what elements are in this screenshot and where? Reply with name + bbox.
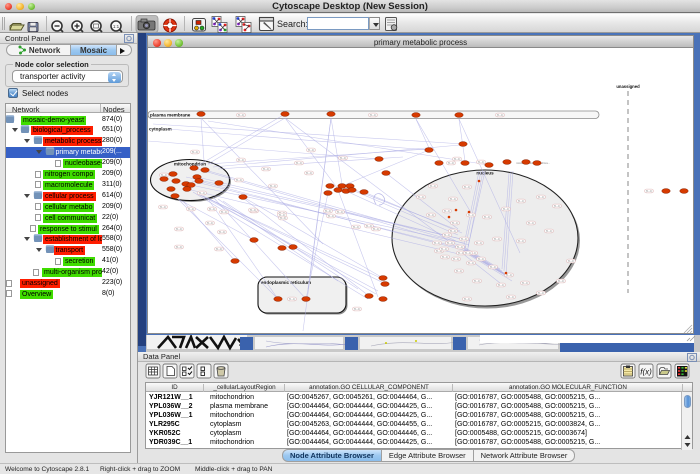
svg-text:[5--4]: [5--4]	[554, 204, 561, 208]
svg-text:[5--4]: [5--4]	[353, 225, 360, 229]
svg-text:[5--4]: [5--4]	[366, 224, 373, 228]
svg-text:endoplasmic reticulum: endoplasmic reticulum	[261, 280, 311, 285]
svg-text:[5--4]: [5--4]	[263, 167, 270, 171]
svg-text:[5--4]: [5--4]	[188, 207, 195, 211]
svg-text:unassigned: unassigned	[616, 84, 640, 89]
svg-text:[5--4]: [5--4]	[490, 265, 497, 269]
svg-text:[5--4]: [5--4]	[497, 113, 504, 117]
svg-text:[5--4]: [5--4]	[325, 209, 332, 213]
svg-text:f(x): f(x)	[640, 368, 652, 377]
svg-text:[5--4]: [5--4]	[461, 237, 468, 241]
svg-text:[5--4]: [5--4]	[238, 158, 245, 162]
svg-text:[5--4]: [5--4]	[454, 157, 461, 161]
svg-text:[5--4]: [5--4]	[494, 237, 501, 241]
svg-text:[5--4]: [5--4]	[216, 247, 223, 251]
svg-text:[5--4]: [5--4]	[337, 210, 344, 214]
svg-text:[5--4]: [5--4]	[518, 239, 525, 243]
svg-text:[5--4]: [5--4]	[306, 171, 313, 175]
svg-text:[5--4]: [5--4]	[568, 259, 575, 263]
svg-text:[5--4]: [5--4]	[238, 113, 245, 117]
svg-text:[5--4]: [5--4]	[468, 213, 475, 217]
svg-text:[5--4]: [5--4]	[209, 207, 216, 211]
svg-text:1:1: 1:1	[113, 24, 120, 29]
svg-text:[5--4]: [5--4]	[476, 241, 483, 245]
svg-text:[5--4]: [5--4]	[430, 184, 437, 188]
svg-text:[5--4]: [5--4]	[176, 227, 183, 231]
svg-text:[5--4]: [5--4]	[370, 113, 377, 117]
svg-text:[5--4]: [5--4]	[250, 208, 257, 212]
svg-text:[5--4]: [5--4]	[452, 221, 459, 225]
svg-text:[5--4]: [5--4]	[484, 215, 491, 219]
svg-text:[5--4]: [5--4]	[450, 229, 457, 233]
svg-text:[5--4]: [5--4]	[474, 279, 481, 283]
svg-text:[5--4]: [5--4]	[442, 255, 449, 259]
svg-text:[5--4]: [5--4]	[450, 197, 457, 201]
svg-text:[5--4]: [5--4]	[192, 150, 199, 154]
svg-text:[5--4]: [5--4]	[444, 209, 451, 213]
svg-text:[5--4]: [5--4]	[441, 247, 448, 251]
svg-text:[5--4]: [5--4]	[498, 283, 505, 287]
svg-text:[5--4]: [5--4]	[646, 189, 653, 193]
svg-text:[5--4]: [5--4]	[538, 291, 545, 295]
svg-text:[5--4]: [5--4]	[456, 269, 463, 273]
svg-text:[5--4]: [5--4]	[418, 195, 425, 199]
svg-text:[5--4]: [5--4]	[457, 245, 464, 249]
svg-text:[5--4]: [5--4]	[279, 213, 286, 217]
svg-text:[5--4]: [5--4]	[546, 229, 553, 233]
svg-text:[5--4]: [5--4]	[296, 161, 303, 165]
svg-text:[5--4]: [5--4]	[328, 214, 335, 218]
svg-text:[5--4]: [5--4]	[508, 295, 515, 299]
svg-text:[5--4]: [5--4]	[528, 221, 535, 225]
svg-text:[5--4]: [5--4]	[465, 251, 472, 255]
svg-text:plasma membrane: plasma membrane	[150, 113, 191, 118]
svg-text:[5--4]: [5--4]	[444, 233, 451, 237]
svg-text:[5--4]: [5--4]	[538, 195, 545, 199]
svg-text:[5--4]: [5--4]	[428, 213, 435, 217]
svg-text:[5--4]: [5--4]	[289, 297, 296, 301]
svg-text:[5--4]: [5--4]	[503, 207, 510, 211]
svg-text:[5--4]: [5--4]	[236, 178, 243, 182]
svg-text:[5--4]: [5--4]	[448, 161, 455, 165]
svg-text:[5--4]: [5--4]	[518, 199, 525, 203]
svg-text:[5--4]: [5--4]	[464, 297, 471, 301]
svg-text:[5--4]: [5--4]	[219, 230, 226, 234]
svg-text:[5--4]: [5--4]	[207, 221, 214, 225]
svg-text:[5--4]: [5--4]	[464, 185, 471, 189]
svg-text:[5--4]: [5--4]	[447, 241, 454, 245]
svg-text:[5--4]: [5--4]	[308, 148, 315, 152]
svg-text:[5--4]: [5--4]	[478, 160, 485, 164]
svg-text:[5--4]: [5--4]	[340, 156, 347, 160]
svg-text:[5--4]: [5--4]	[176, 245, 183, 249]
svg-text:[5--4]: [5--4]	[160, 205, 167, 209]
svg-text:[5--4]: [5--4]	[558, 279, 565, 283]
svg-text:[5--4]: [5--4]	[478, 257, 485, 261]
svg-text:[5--4]: [5--4]	[199, 191, 206, 195]
svg-text:[5--4]: [5--4]	[522, 281, 529, 285]
svg-text:[5--4]: [5--4]	[434, 241, 441, 245]
svg-text:mitochondrion: mitochondrion	[174, 162, 206, 167]
svg-text:[5--4]: [5--4]	[221, 210, 228, 214]
svg-text:[5--4]: [5--4]	[373, 227, 380, 231]
svg-text:[5--4]: [5--4]	[270, 184, 277, 188]
svg-text:[5--4]: [5--4]	[354, 307, 361, 311]
svg-text:[5--4]: [5--4]	[468, 261, 475, 265]
svg-text:[5--4]: [5--4]	[453, 257, 460, 261]
